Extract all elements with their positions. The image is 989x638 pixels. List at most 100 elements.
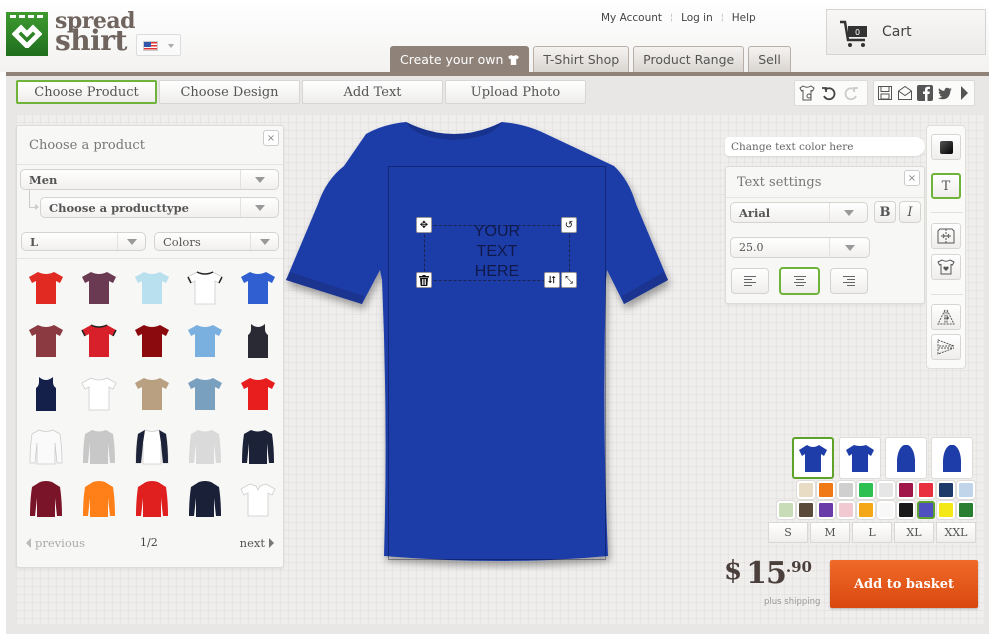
size-s-button[interactable]: S xyxy=(768,522,808,543)
close-icon[interactable]: × xyxy=(904,170,920,186)
tab-sell[interactable]: Sell xyxy=(748,46,791,72)
color-filter-select[interactable]: Colors xyxy=(154,232,279,251)
text-tool-button[interactable]: T xyxy=(931,173,961,199)
facebook-icon[interactable] xyxy=(917,84,933,102)
product-thumbnail[interactable] xyxy=(132,268,172,308)
spreadshirt-logo-icon[interactable] xyxy=(6,12,48,56)
language-selector[interactable] xyxy=(136,34,181,56)
step-tab-add-text[interactable]: Add Text xyxy=(302,80,443,104)
product-thumbnail[interactable] xyxy=(132,427,172,467)
bold-button[interactable]: B xyxy=(874,201,896,223)
product-thumbnail[interactable] xyxy=(26,480,66,520)
product-thumbnail[interactable] xyxy=(26,321,66,361)
log-in-link[interactable]: Log in xyxy=(681,12,713,24)
italic-button[interactable]: I xyxy=(899,201,921,223)
step-tab-upload-photo[interactable]: Upload Photo xyxy=(445,80,586,104)
size-filter-select[interactable]: L xyxy=(21,232,146,251)
product-type-select[interactable]: Choose a producttype xyxy=(40,197,279,218)
product-thumbnail[interactable] xyxy=(238,427,278,467)
step-tab-choose-design[interactable]: Choose Design xyxy=(159,80,300,104)
color-swatch[interactable] xyxy=(877,501,895,519)
color-swatch[interactable] xyxy=(797,501,815,519)
font-size-select[interactable]: 25.0 xyxy=(730,237,870,258)
color-swatch[interactable] xyxy=(897,481,915,499)
undo-icon[interactable] xyxy=(820,84,838,102)
product-thumbnail[interactable] xyxy=(185,374,225,414)
product-thumbnail[interactable] xyxy=(238,374,278,414)
view-front[interactable] xyxy=(792,437,834,479)
move-icon[interactable]: ✥ xyxy=(416,217,432,233)
color-swatch[interactable] xyxy=(897,501,915,519)
step-tab-choose-product[interactable]: Choose Product xyxy=(16,80,157,104)
product-thumbnail[interactable] xyxy=(79,480,119,520)
color-swatch[interactable] xyxy=(917,481,935,499)
resize-icon[interactable]: ⤡ xyxy=(561,272,577,288)
color-swatch[interactable] xyxy=(837,481,855,499)
tab-tshirt-shop[interactable]: T-Shirt Shop xyxy=(533,46,630,72)
tab-create-your-own[interactable]: Create your own xyxy=(390,46,530,72)
product-thumbnail[interactable] xyxy=(26,268,66,308)
size-xxl-button[interactable]: XXL xyxy=(936,522,976,543)
view-left-sleeve[interactable] xyxy=(885,437,927,479)
product-thumbnail[interactable] xyxy=(185,321,225,361)
color-swatch[interactable] xyxy=(777,501,795,519)
save-icon[interactable] xyxy=(877,84,893,102)
tab-product-range[interactable]: Product Range xyxy=(633,46,745,72)
product-thumbnail[interactable] xyxy=(26,374,66,414)
color-swatch[interactable] xyxy=(937,501,955,519)
add-to-basket-button[interactable]: Add to basket xyxy=(830,560,978,608)
color-swatch[interactable] xyxy=(817,481,835,499)
product-thumbnail[interactable] xyxy=(238,268,278,308)
product-thumbnail[interactable] xyxy=(26,427,66,467)
font-select[interactable]: Arial xyxy=(730,202,868,223)
flip-icon[interactable]: ⮃ xyxy=(544,272,560,288)
product-settings-icon[interactable] xyxy=(798,84,816,102)
color-swatch[interactable] xyxy=(817,501,835,519)
product-thumbnail[interactable] xyxy=(185,427,225,467)
size-m-button[interactable]: M xyxy=(810,522,850,543)
cart-button[interactable]: 0 Cart xyxy=(826,9,986,55)
product-thumbnail[interactable] xyxy=(79,374,119,414)
view-back[interactable] xyxy=(839,437,881,479)
flip-vertical-icon[interactable] xyxy=(931,334,961,360)
color-swatch[interactable] xyxy=(957,501,975,519)
center-horizontal-icon[interactable] xyxy=(931,223,961,249)
more-arrow-icon[interactable] xyxy=(957,84,971,102)
rotate-icon[interactable]: ↺ xyxy=(561,217,577,233)
text-color-button[interactable] xyxy=(931,134,961,160)
product-thumbnail[interactable] xyxy=(185,268,225,308)
product-thumbnail[interactable] xyxy=(132,480,172,520)
color-swatch[interactable] xyxy=(857,481,875,499)
align-right-button[interactable] xyxy=(830,268,868,294)
category-select[interactable]: Men xyxy=(20,169,279,190)
color-swatch[interactable] xyxy=(957,481,975,499)
previous-page-button[interactable]: previous xyxy=(26,536,85,550)
product-thumbnail[interactable] xyxy=(132,374,172,414)
delete-icon[interactable] xyxy=(416,272,432,288)
product-thumbnail[interactable] xyxy=(185,480,225,520)
center-on-shirt-icon[interactable] xyxy=(931,254,961,280)
align-left-button[interactable] xyxy=(731,268,769,294)
email-icon[interactable] xyxy=(897,84,913,102)
size-l-button[interactable]: L xyxy=(852,522,892,543)
redo-icon[interactable] xyxy=(842,84,860,102)
close-icon[interactable]: × xyxy=(263,130,279,146)
size-xl-button[interactable]: XL xyxy=(894,522,934,543)
twitter-icon[interactable] xyxy=(937,84,953,102)
color-swatch[interactable] xyxy=(937,481,955,499)
flip-horizontal-icon[interactable] xyxy=(931,304,961,330)
color-swatch[interactable] xyxy=(917,501,935,519)
view-right-sleeve[interactable] xyxy=(931,437,973,479)
color-swatch[interactable] xyxy=(837,501,855,519)
product-thumbnail[interactable] xyxy=(79,268,119,308)
product-thumbnail[interactable] xyxy=(79,427,119,467)
color-swatch[interactable] xyxy=(797,481,815,499)
color-swatch[interactable] xyxy=(877,481,895,499)
product-thumbnail[interactable] xyxy=(79,321,119,361)
product-thumbnail[interactable] xyxy=(238,321,278,361)
color-swatch[interactable] xyxy=(857,501,875,519)
help-link[interactable]: Help xyxy=(732,12,756,24)
brand-wordmark[interactable]: spread shirt xyxy=(55,10,136,55)
product-thumbnail[interactable] xyxy=(238,480,278,520)
my-account-link[interactable]: My Account xyxy=(601,12,662,24)
